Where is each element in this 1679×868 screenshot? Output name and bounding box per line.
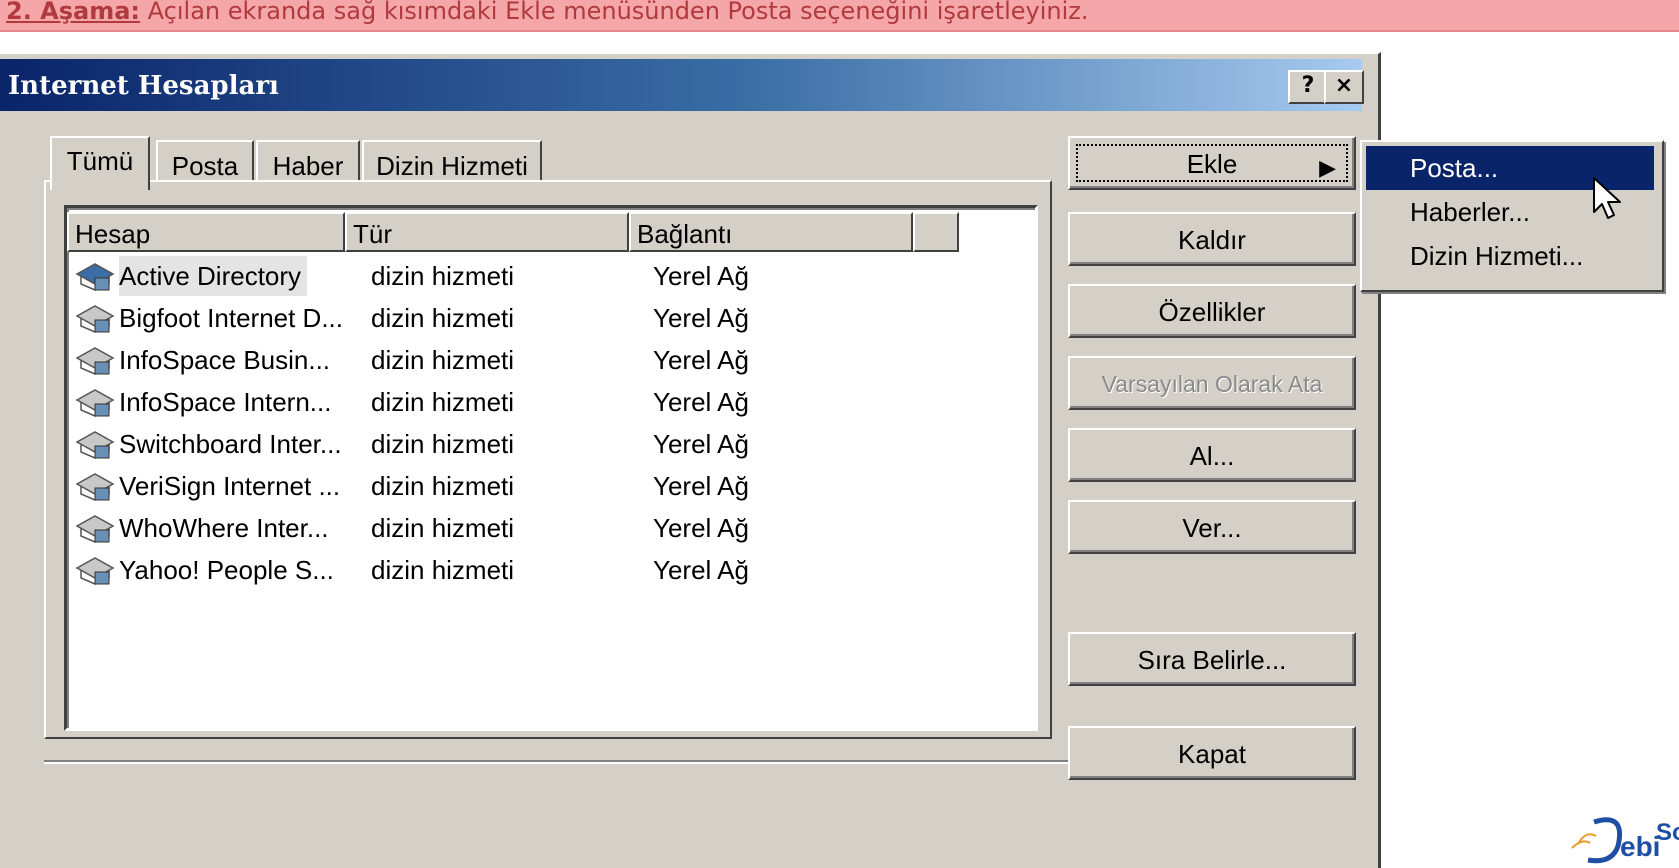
- account-connection: Yerel Ağ: [653, 261, 749, 291]
- import-button[interactable]: Al...: [1068, 428, 1356, 482]
- instruction-banner: 2. Aşama: Açılan ekranda sağ kısımdaki E…: [0, 0, 1679, 32]
- account-type: dizin hizmeti: [371, 513, 515, 543]
- directory-service-icon: [75, 431, 115, 459]
- account-name: InfoSpace Busin...: [119, 345, 331, 375]
- table-row[interactable]: VeriSign Internet ... dizin hizmeti Yerel …: [71, 466, 791, 506]
- close-button[interactable]: Kapat: [1068, 726, 1356, 780]
- column-header-type[interactable]: Tür: [345, 212, 629, 252]
- remove-button[interactable]: Kaldır: [1068, 212, 1356, 266]
- account-type: dizin hizmeti: [371, 471, 515, 501]
- dialog-title: Internet Hesapları: [8, 71, 279, 101]
- properties-button[interactable]: Özellikler: [1068, 284, 1356, 338]
- table-row[interactable]: InfoSpace Busin... dizin hizmeti Yerel Ağ: [71, 340, 791, 380]
- directory-service-icon: [75, 473, 115, 501]
- table-row[interactable]: Switchboard Inter... dizin hizmeti Yerel A…: [71, 424, 791, 464]
- account-name: InfoSpace Intern...: [119, 387, 332, 417]
- svg-text:Soft: Soft: [1656, 819, 1679, 846]
- directory-service-icon: [75, 305, 115, 333]
- instruction-step: 2. Aşama:: [6, 0, 141, 25]
- account-type: dizin hizmeti: [371, 429, 515, 459]
- account-type: dizin hizmeti: [371, 261, 515, 291]
- account-name: Yahoo! People S...: [119, 555, 334, 585]
- add-button[interactable]: Ekle ▶: [1068, 136, 1356, 190]
- close-window-button[interactable]: ×: [1324, 70, 1364, 104]
- account-connection: Yerel Ağ: [653, 303, 749, 333]
- accounts-list[interactable]: Hesap Tür Bağlantı Active Directory dizin…: [64, 205, 1038, 731]
- help-button[interactable]: ?: [1288, 70, 1328, 104]
- account-name: Bigfoot Internet D...: [119, 303, 344, 333]
- instruction-text: Açılan ekranda sağ kısımdaki Ekle menüsü…: [140, 0, 1089, 25]
- debisoft-logo: ebi Soft: [1571, 817, 1679, 864]
- column-header-connection[interactable]: Bağlantı: [629, 212, 913, 252]
- column-header-blank[interactable]: [913, 212, 959, 252]
- directory-service-icon: [75, 515, 115, 543]
- table-row[interactable]: WhoWhere Inter... dizin hizmeti Yerel Ağ: [71, 508, 791, 548]
- account-name: VeriSign Internet ...: [119, 471, 341, 501]
- account-connection: Yerel Ağ: [653, 345, 749, 375]
- set-order-button[interactable]: Sıra Belirle...: [1068, 632, 1356, 686]
- account-connection: Yerel Ağ: [653, 471, 749, 501]
- export-button[interactable]: Ver...: [1068, 500, 1356, 554]
- account-name: WhoWhere Inter...: [119, 513, 329, 543]
- account-type: dizin hizmeti: [371, 303, 515, 333]
- column-header-account[interactable]: Hesap: [67, 212, 345, 252]
- account-connection: Yerel Ağ: [653, 429, 749, 459]
- dialog-titlebar[interactable]: Internet Hesapları ? ×: [0, 59, 1364, 111]
- svg-text:ebi: ebi: [1620, 831, 1660, 862]
- table-row[interactable]: Yahoo! People S... dizin hizmeti Yerel Ağ: [71, 550, 791, 590]
- account-connection: Yerel Ağ: [653, 387, 749, 417]
- directory-service-icon: [75, 263, 115, 291]
- directory-service-icon: [75, 389, 115, 417]
- table-row[interactable]: InfoSpace Intern... dizin hizmeti Yerel Ağ: [71, 382, 791, 422]
- directory-service-icon: [75, 557, 115, 585]
- account-connection: Yerel Ağ: [653, 555, 749, 585]
- account-type: dizin hizmeti: [371, 387, 515, 417]
- set-default-button[interactable]: Varsayılan Olarak Ata: [1068, 356, 1356, 410]
- submenu-arrow-icon: ▶: [1319, 155, 1336, 180]
- account-connection: Yerel Ağ: [653, 513, 749, 543]
- table-row[interactable]: Bigfoot Internet D... dizin hizmeti Yerel …: [71, 298, 791, 338]
- account-type: dizin hizmeti: [371, 555, 515, 585]
- account-type: dizin hizmeti: [371, 345, 515, 375]
- table-row[interactable]: Active Directory dizin hizmeti Yerel Ağ: [71, 256, 791, 296]
- account-name: Active Directory: [119, 256, 308, 296]
- add-button-label: Ekle: [1186, 149, 1238, 179]
- account-name: Switchboard Inter...: [119, 429, 342, 459]
- mouse-cursor-icon: [1593, 177, 1621, 219]
- tab-all[interactable]: Tümü: [50, 136, 150, 190]
- directory-service-icon: [75, 347, 115, 375]
- menu-item-directory-service[interactable]: Dizin Hizmeti...: [1366, 234, 1654, 278]
